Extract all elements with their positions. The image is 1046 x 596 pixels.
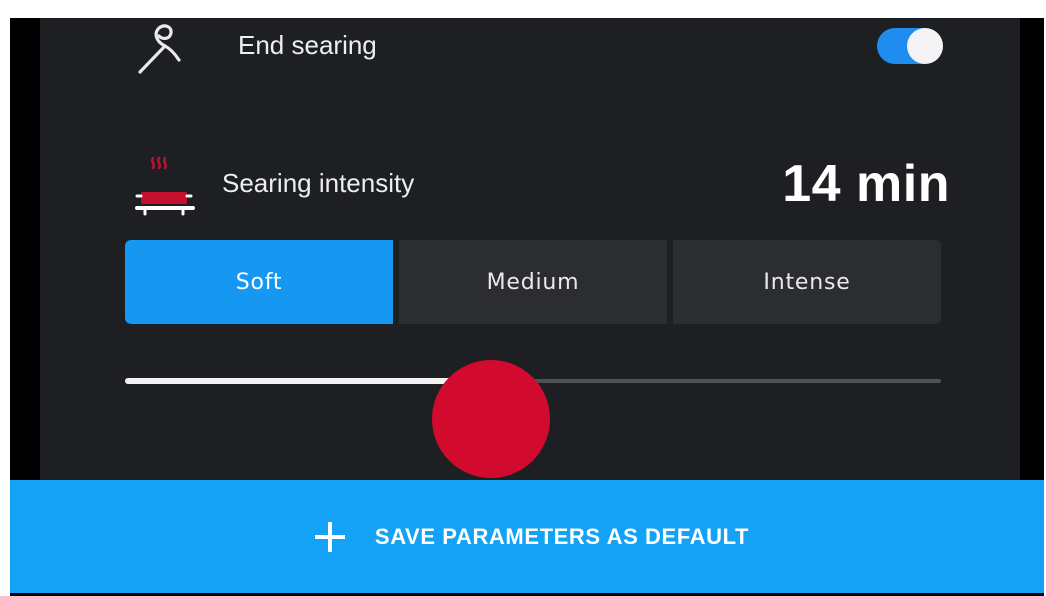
searing-intensity-label: Searing intensity	[222, 168, 415, 198]
end-searing-toggle[interactable]	[877, 28, 943, 64]
intensity-option-medium[interactable]: Medium	[393, 240, 667, 324]
touch-indicator	[432, 360, 550, 478]
save-parameters-button[interactable]: SAVE PARAMETERS AS DEFAULT	[10, 480, 1044, 593]
plus-icon	[314, 521, 345, 552]
end-searing-row: End searing	[40, 18, 1020, 80]
pot-heat-icon	[135, 152, 197, 218]
intensity-option-soft[interactable]: Soft	[125, 240, 393, 324]
save-button-content: SAVE PARAMETERS AS DEFAULT	[314, 521, 750, 552]
searing-time-value: 14 min	[782, 155, 950, 213]
toggle-knob	[907, 28, 943, 64]
probe-icon	[135, 22, 185, 76]
intensity-option-intense[interactable]: Intense	[667, 240, 941, 324]
intensity-segmented-control: Soft Medium Intense	[125, 240, 941, 324]
save-button-label: SAVE PARAMETERS AS DEFAULT	[374, 523, 750, 549]
end-searing-label: End searing	[238, 30, 377, 60]
